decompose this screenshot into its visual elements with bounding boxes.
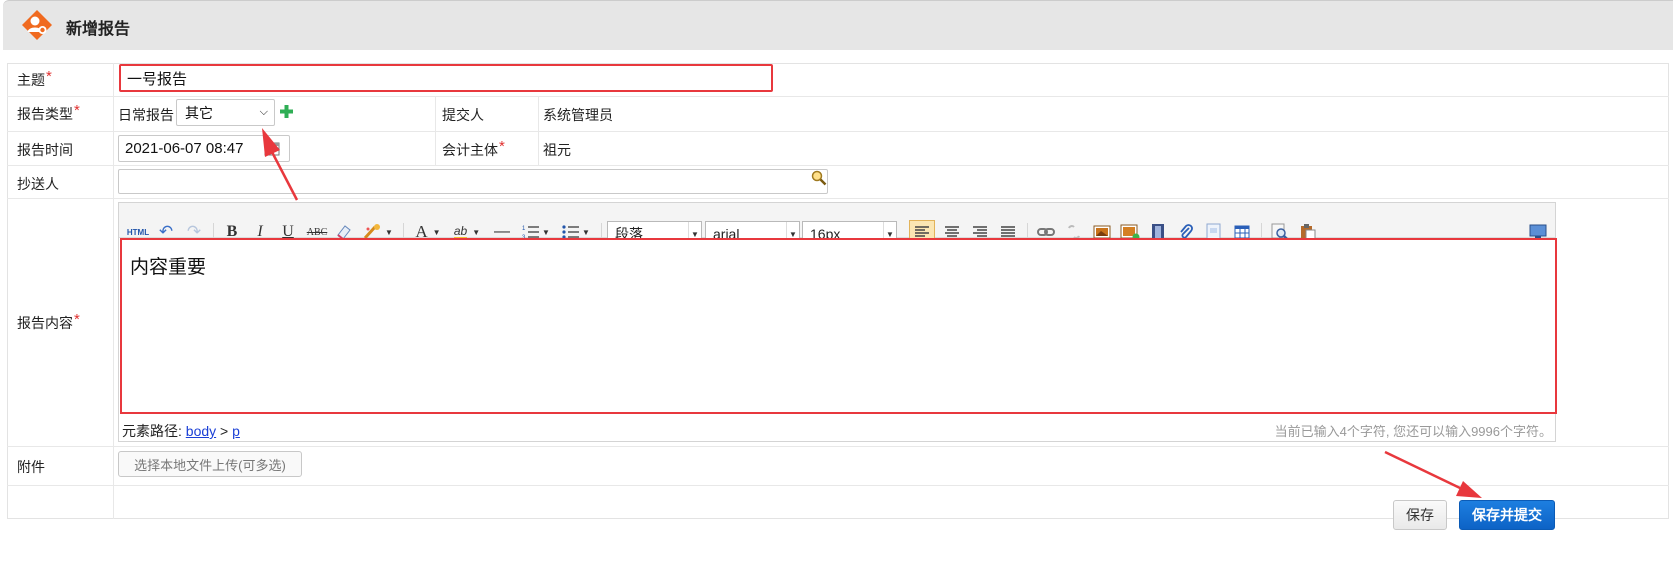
report-category-text: 日常报告 [118,107,174,123]
svg-text:1: 1 [522,226,526,232]
title-bar [3,0,1673,50]
subject-label: 主题* [17,68,52,88]
attachment-label: 附件 [17,459,45,475]
calendar-icon[interactable] [264,141,280,156]
editor-paragraph: 内容重要 [130,257,207,278]
upload-files-button[interactable]: 选择本地文件上传(可多选) [118,451,302,477]
row-divider [7,198,1669,199]
submitter-value: 系统管理员 [543,107,613,123]
user-report-icon [22,10,52,40]
submitter-label: 提交人 [442,107,484,123]
row-divider [7,131,1669,132]
subject-input[interactable]: 一号报告 [119,64,773,92]
cc-input[interactable] [118,169,828,194]
char-counter: 当前已输入4个字符, 您还可以输入9996个字符。 [1274,424,1552,439]
row-divider [7,96,1669,97]
content-label: 报告内容* [17,311,80,331]
search-user-icon[interactable] [811,170,827,186]
path-p-link[interactable]: p [232,423,240,439]
chevron-down-icon: ⌵ [259,106,268,118]
report-time-label: 报告时间 [17,142,73,158]
accounting-entity-label: 会计主体* [442,138,505,158]
subject-value: 一号报告 [127,70,188,88]
row-divider [7,165,1669,166]
path-body-link[interactable]: body [186,423,216,439]
report-type-label: 报告类型* [17,102,80,122]
element-path: 元素路径: body > p [122,423,240,439]
row-divider [7,485,1669,486]
accounting-entity-value: 祖元 [543,142,571,158]
editor-content-area[interactable]: 内容重要 [120,238,1557,414]
plus-icon[interactable] [280,105,293,118]
report-type-select[interactable]: 其它 ⌵ [176,99,275,126]
cc-label: 抄送人 [17,176,59,192]
save-and-submit-button[interactable]: 保存并提交 [1459,500,1555,530]
page-title: 新增报告 [66,21,131,38]
save-button[interactable]: 保存 [1393,500,1447,530]
row-divider [7,446,1669,447]
